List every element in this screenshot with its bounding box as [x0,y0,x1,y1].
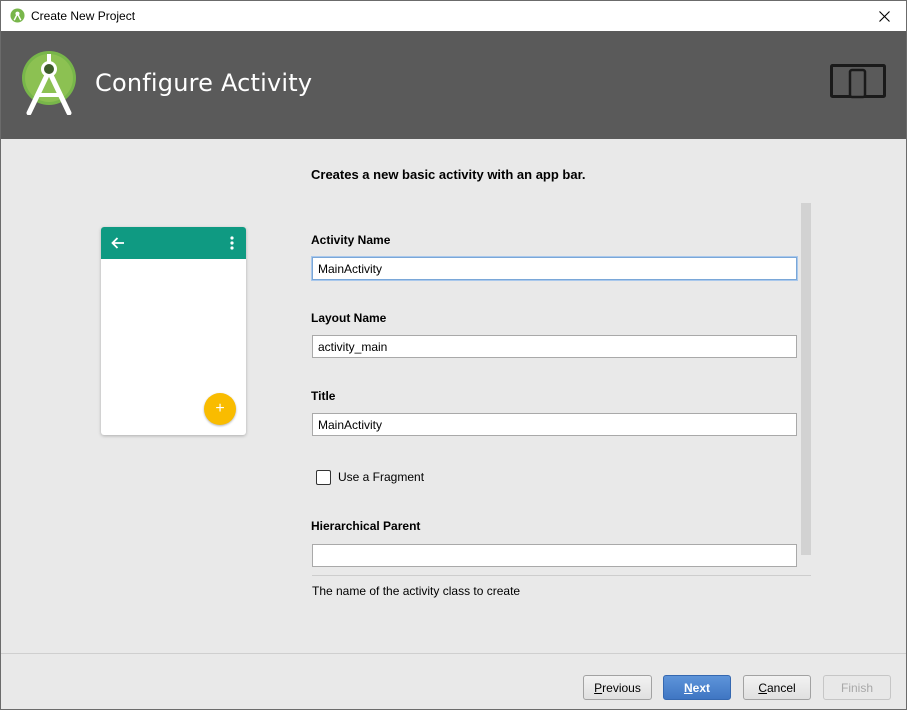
cancel-mnemonic: C [758,680,767,695]
activity-name-label: Activity Name [311,233,391,247]
window-title: Create New Project [31,9,136,23]
tablet-phone-icon [830,64,886,99]
use-fragment-label: Use a Fragment [338,470,425,484]
help-text: The name of the activity class to create [312,584,521,598]
layout-name-label: Layout Name [311,311,387,325]
hierarchical-parent-input[interactable] [312,544,797,567]
use-fragment-checkbox-row[interactable]: Use a Fragment [316,469,424,485]
cancel-label: ancel [766,680,796,695]
android-studio-icon [10,8,25,23]
activity-preview: + [101,227,246,435]
title-input[interactable] [312,413,797,436]
preview-fab: + [204,393,236,425]
next-label: ext [692,680,710,695]
wizard-content: Creates a new basic activity with an app… [1,139,906,653]
activity-description: Creates a new basic activity with an app… [311,167,586,182]
form-scrollbar[interactable] [801,203,811,555]
close-icon [878,10,890,22]
previous-mnemonic: P [594,680,603,695]
title-bar: Create New Project [1,1,906,31]
next-button[interactable]: Next [663,675,731,700]
activity-name-input[interactable] [312,257,797,280]
next-mnemonic: N [683,680,693,695]
create-project-dialog: Create New Project Configure Activity Cr… [0,0,907,710]
preview-app-bar [101,227,246,259]
use-fragment-checkbox[interactable] [316,469,331,485]
help-divider [312,575,811,576]
title-label: Title [311,389,336,403]
cancel-button[interactable]: Cancel [743,675,811,700]
finish-button[interactable]: Finish [823,675,891,700]
android-studio-logo-icon [22,51,76,115]
more-vert-icon [230,236,234,250]
close-button[interactable] [862,1,906,31]
page-heading: Configure Activity [95,69,313,97]
previous-button[interactable]: Previous [583,675,652,700]
wizard-footer: Previous Next Cancel Finish [1,653,906,709]
hierarchical-parent-label: Hierarchical Parent [311,519,421,533]
wizard-header: Configure Activity [1,31,906,139]
layout-name-input[interactable] [312,335,797,358]
previous-label: revious [602,680,641,695]
arrow-back-icon [111,237,124,249]
